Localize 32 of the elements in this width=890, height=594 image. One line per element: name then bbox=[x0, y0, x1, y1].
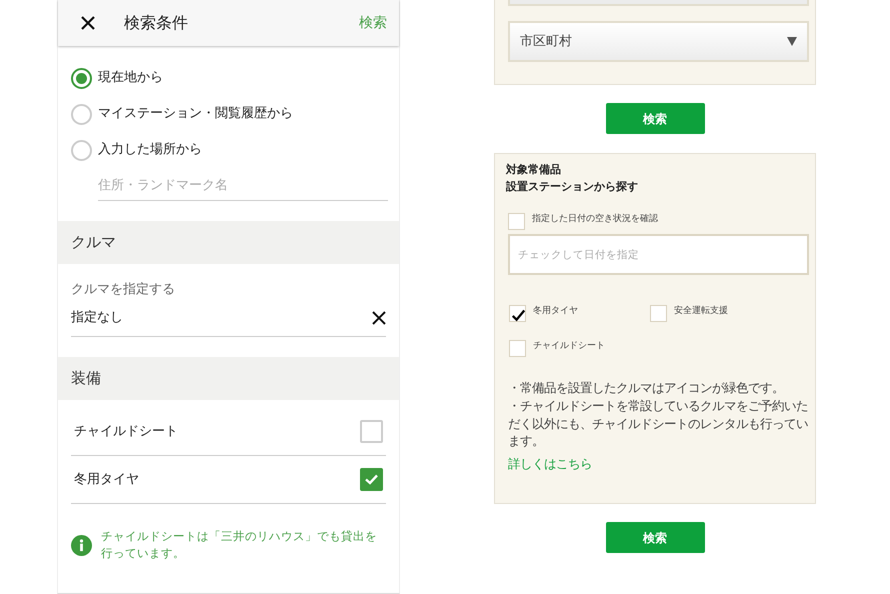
equipment-checkbox[interactable] bbox=[360, 468, 383, 491]
close-icon[interactable] bbox=[80, 15, 96, 31]
location-radio-option[interactable]: マイステーション・閲覧履歴から bbox=[58, 96, 399, 132]
check-icon bbox=[512, 308, 525, 323]
checkbox-label: チャイルドシート bbox=[533, 340, 605, 353]
field-label: クルマを指定する bbox=[71, 280, 176, 298]
section-title: 対象常備品 設置ステーションから探す bbox=[506, 162, 639, 194]
equipment-label: 冬用タイヤ bbox=[74, 470, 139, 489]
checkbox[interactable] bbox=[508, 213, 525, 230]
checkbox[interactable] bbox=[509, 340, 526, 357]
info-icon bbox=[71, 534, 92, 556]
checkbox-label: 冬用タイヤ bbox=[533, 305, 578, 318]
section-heading: 装備 bbox=[58, 357, 399, 400]
checkbox-label: 安全運転支援 bbox=[674, 305, 728, 318]
equipment-label: チャイルドシート bbox=[74, 422, 178, 441]
date-input-field[interactable]: チェックして日付を指定 bbox=[508, 234, 809, 275]
notice-text: チャイルドシートは「三井のリハウス」でも貸出を行っています。 bbox=[101, 528, 378, 562]
equipment-checkbox[interactable] bbox=[360, 420, 383, 443]
clear-icon[interactable] bbox=[372, 310, 386, 324]
checkbox-label: 指定した日付の空き状況を確認 bbox=[532, 213, 658, 226]
note-text: ・常備品を設置したクルマはアイコンが緑色です。 bbox=[508, 380, 785, 397]
car-select-field[interactable]: 指定なし bbox=[71, 299, 386, 337]
check-icon bbox=[365, 474, 378, 485]
note-text: ・チャイルドシートを常設しているクルマをご予約いただく以外にも、チャイルドシートのレンタルも行っています。 bbox=[508, 398, 809, 450]
checkbox[interactable] bbox=[650, 305, 667, 322]
location-radio-option[interactable]: 入力した場所から bbox=[58, 132, 399, 168]
screen-title: 検索条件 bbox=[124, 12, 188, 34]
dropdown-arrow-icon bbox=[787, 37, 797, 46]
location-radio-option[interactable]: 現在地から bbox=[58, 60, 399, 96]
city-select-field[interactable]: 市区町村 bbox=[508, 21, 809, 62]
section-heading: クルマ bbox=[58, 220, 399, 264]
checkbox[interactable] bbox=[509, 305, 526, 322]
